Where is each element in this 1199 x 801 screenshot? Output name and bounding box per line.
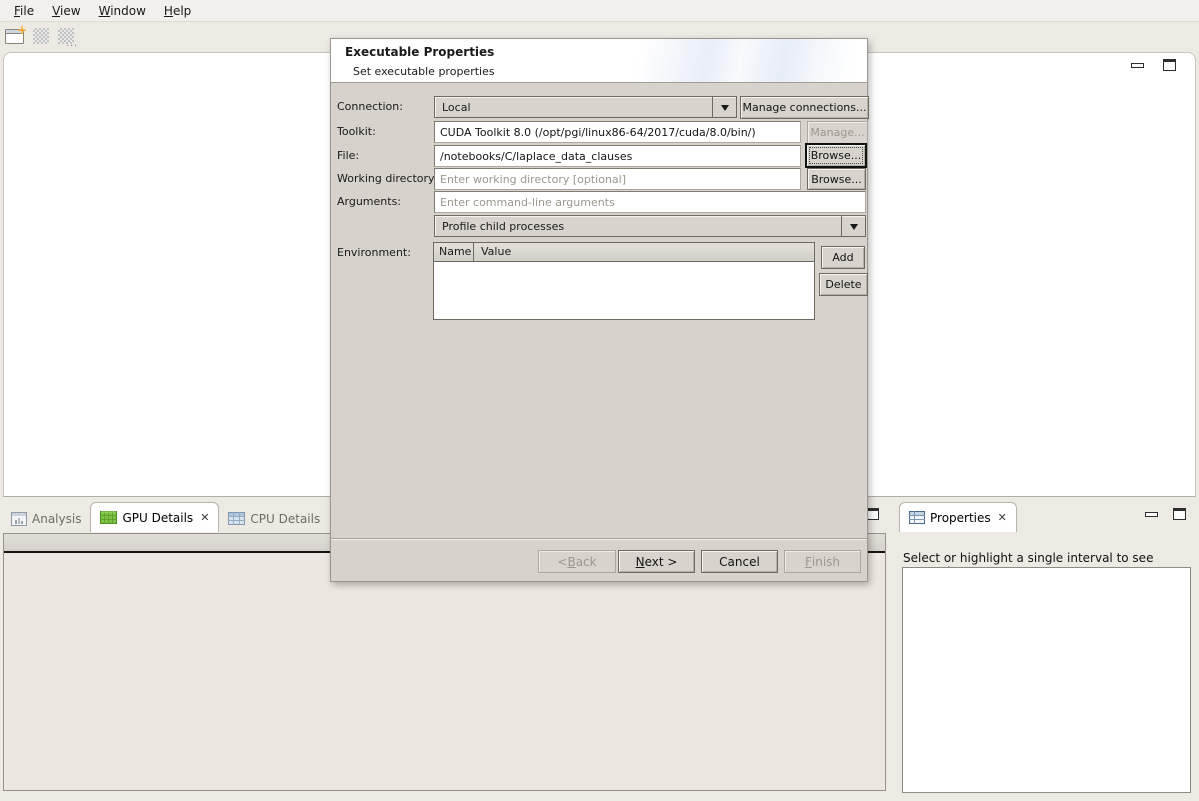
connection-select[interactable]: Local bbox=[434, 96, 737, 118]
connection-label: Connection: bbox=[337, 100, 403, 113]
file-label: File: bbox=[337, 149, 359, 162]
executable-properties-dialog: Executable Properties Set executable pro… bbox=[330, 38, 868, 582]
environment-table-header: Name Value bbox=[434, 243, 814, 262]
working-directory-input[interactable] bbox=[434, 168, 801, 190]
chevron-down-icon[interactable] bbox=[712, 97, 736, 117]
close-icon[interactable]: ✕ bbox=[998, 511, 1007, 524]
ellipsis-dots: ... bbox=[66, 39, 78, 49]
finish-button: Finish bbox=[784, 550, 861, 573]
properties-content-area bbox=[902, 567, 1191, 793]
close-icon[interactable]: ✕ bbox=[200, 511, 209, 524]
chevron-down-icon[interactable] bbox=[841, 216, 865, 236]
properties-panel: Properties ✕ Select or highlight a singl… bbox=[897, 500, 1199, 796]
tab-label: GPU Details bbox=[122, 511, 193, 525]
column-header-value[interactable]: Value bbox=[474, 243, 814, 261]
delete-env-button[interactable]: Delete bbox=[819, 273, 868, 296]
next-button[interactable]: Next > bbox=[618, 550, 695, 573]
menu-bar: File View Window Help bbox=[0, 0, 1199, 22]
analysis-icon bbox=[11, 512, 27, 526]
tab-properties[interactable]: Properties ✕ bbox=[899, 502, 1017, 532]
dialog-banner: Executable Properties Set executable pro… bbox=[331, 39, 867, 83]
menu-file[interactable]: File bbox=[5, 1, 43, 21]
tab-label: CPU Details bbox=[250, 512, 320, 526]
plus-badge-icon: + bbox=[17, 23, 27, 37]
new-session-icon[interactable]: + bbox=[5, 29, 24, 44]
connection-value: Local bbox=[435, 97, 712, 117]
browse-working-directory-button[interactable]: Browse... bbox=[807, 168, 866, 190]
minimize-icon[interactable] bbox=[1131, 63, 1144, 68]
environment-table: Name Value bbox=[433, 242, 815, 320]
dialog-subtitle: Set executable properties bbox=[353, 65, 495, 78]
manage-toolkit-button: Manage... bbox=[807, 121, 868, 144]
dialog-title: Executable Properties bbox=[345, 45, 494, 59]
menu-help[interactable]: Help bbox=[155, 1, 200, 21]
add-env-button[interactable]: Add bbox=[821, 246, 865, 269]
toolkit-input[interactable] bbox=[434, 121, 801, 143]
toolkit-label: Toolkit: bbox=[337, 125, 376, 138]
gpu-details-icon bbox=[100, 511, 117, 524]
tab-cpu-details[interactable]: CPU Details bbox=[219, 505, 329, 532]
nvvp-window: File View Window Help + ... Analysis bbox=[0, 0, 1199, 801]
tab-label: Analysis bbox=[32, 512, 81, 526]
dialog-separator bbox=[331, 538, 867, 540]
menu-view[interactable]: View bbox=[43, 1, 89, 21]
working-directory-label: Working directory: bbox=[337, 172, 437, 185]
cancel-button[interactable]: Cancel bbox=[701, 550, 778, 573]
arguments-input[interactable] bbox=[434, 191, 866, 213]
properties-icon bbox=[909, 511, 925, 524]
import-icon-disabled bbox=[33, 28, 49, 44]
file-input[interactable] bbox=[434, 145, 801, 167]
manage-connections-button[interactable]: Manage connections... bbox=[740, 96, 869, 119]
tab-label: Properties bbox=[930, 511, 991, 525]
minimize-icon[interactable] bbox=[1145, 512, 1158, 517]
export-icon-disabled: ... bbox=[58, 28, 74, 44]
tab-analysis[interactable]: Analysis bbox=[2, 505, 90, 532]
profile-mode-value: Profile child processes bbox=[435, 216, 841, 236]
browse-file-button[interactable]: Browse... bbox=[805, 143, 867, 168]
maximize-icon[interactable] bbox=[1163, 59, 1176, 71]
cpu-details-icon bbox=[228, 512, 245, 525]
profile-mode-select[interactable]: Profile child processes bbox=[434, 215, 866, 237]
back-button: < Back bbox=[538, 550, 616, 573]
column-header-name[interactable]: Name bbox=[434, 243, 474, 261]
tab-gpu-details[interactable]: GPU Details ✕ bbox=[90, 502, 219, 532]
arguments-label: Arguments: bbox=[337, 195, 401, 208]
menu-window[interactable]: Window bbox=[90, 1, 155, 21]
maximize-icon[interactable] bbox=[1173, 508, 1186, 520]
environment-label: Environment: bbox=[337, 246, 411, 259]
